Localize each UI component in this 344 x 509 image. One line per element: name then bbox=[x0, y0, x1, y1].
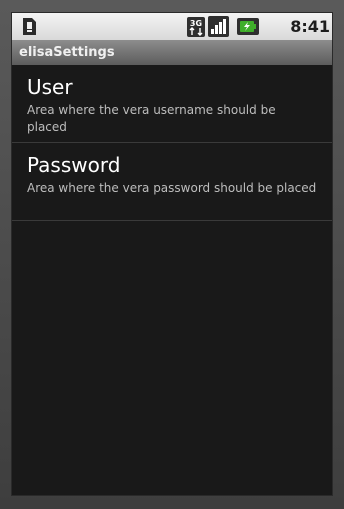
screen: 3G 8:41 PM elisaSettings bbox=[11, 12, 333, 496]
preferences-list: User Area where the vera username should… bbox=[12, 65, 332, 221]
preference-title: User bbox=[27, 75, 73, 99]
signal-bars-icon bbox=[208, 16, 229, 37]
status-bar: 3G 8:41 PM bbox=[12, 13, 332, 59]
network-badge-text: 3G bbox=[190, 19, 202, 28]
preference-summary: Area where the vera password should be p… bbox=[27, 181, 317, 195]
app-title: elisaSettings bbox=[19, 45, 115, 60]
preference-title: Password bbox=[27, 153, 121, 177]
preference-password[interactable]: Password Area where the vera password sh… bbox=[12, 143, 332, 220]
3g-data-icon: 3G bbox=[187, 17, 205, 37]
preference-user[interactable]: User Area where the vera username should… bbox=[12, 65, 332, 142]
title-bar: elisaSettings bbox=[12, 40, 332, 65]
clock-time: 8:41 PM bbox=[290, 17, 330, 59]
battery-charging-icon bbox=[237, 18, 259, 35]
list-divider bbox=[12, 220, 332, 221]
device-frame: 3G 8:41 PM elisaSettings bbox=[0, 0, 344, 509]
sim-card-alert-icon bbox=[23, 18, 36, 35]
preference-summary: Area where the vera username should be p… bbox=[27, 103, 276, 134]
